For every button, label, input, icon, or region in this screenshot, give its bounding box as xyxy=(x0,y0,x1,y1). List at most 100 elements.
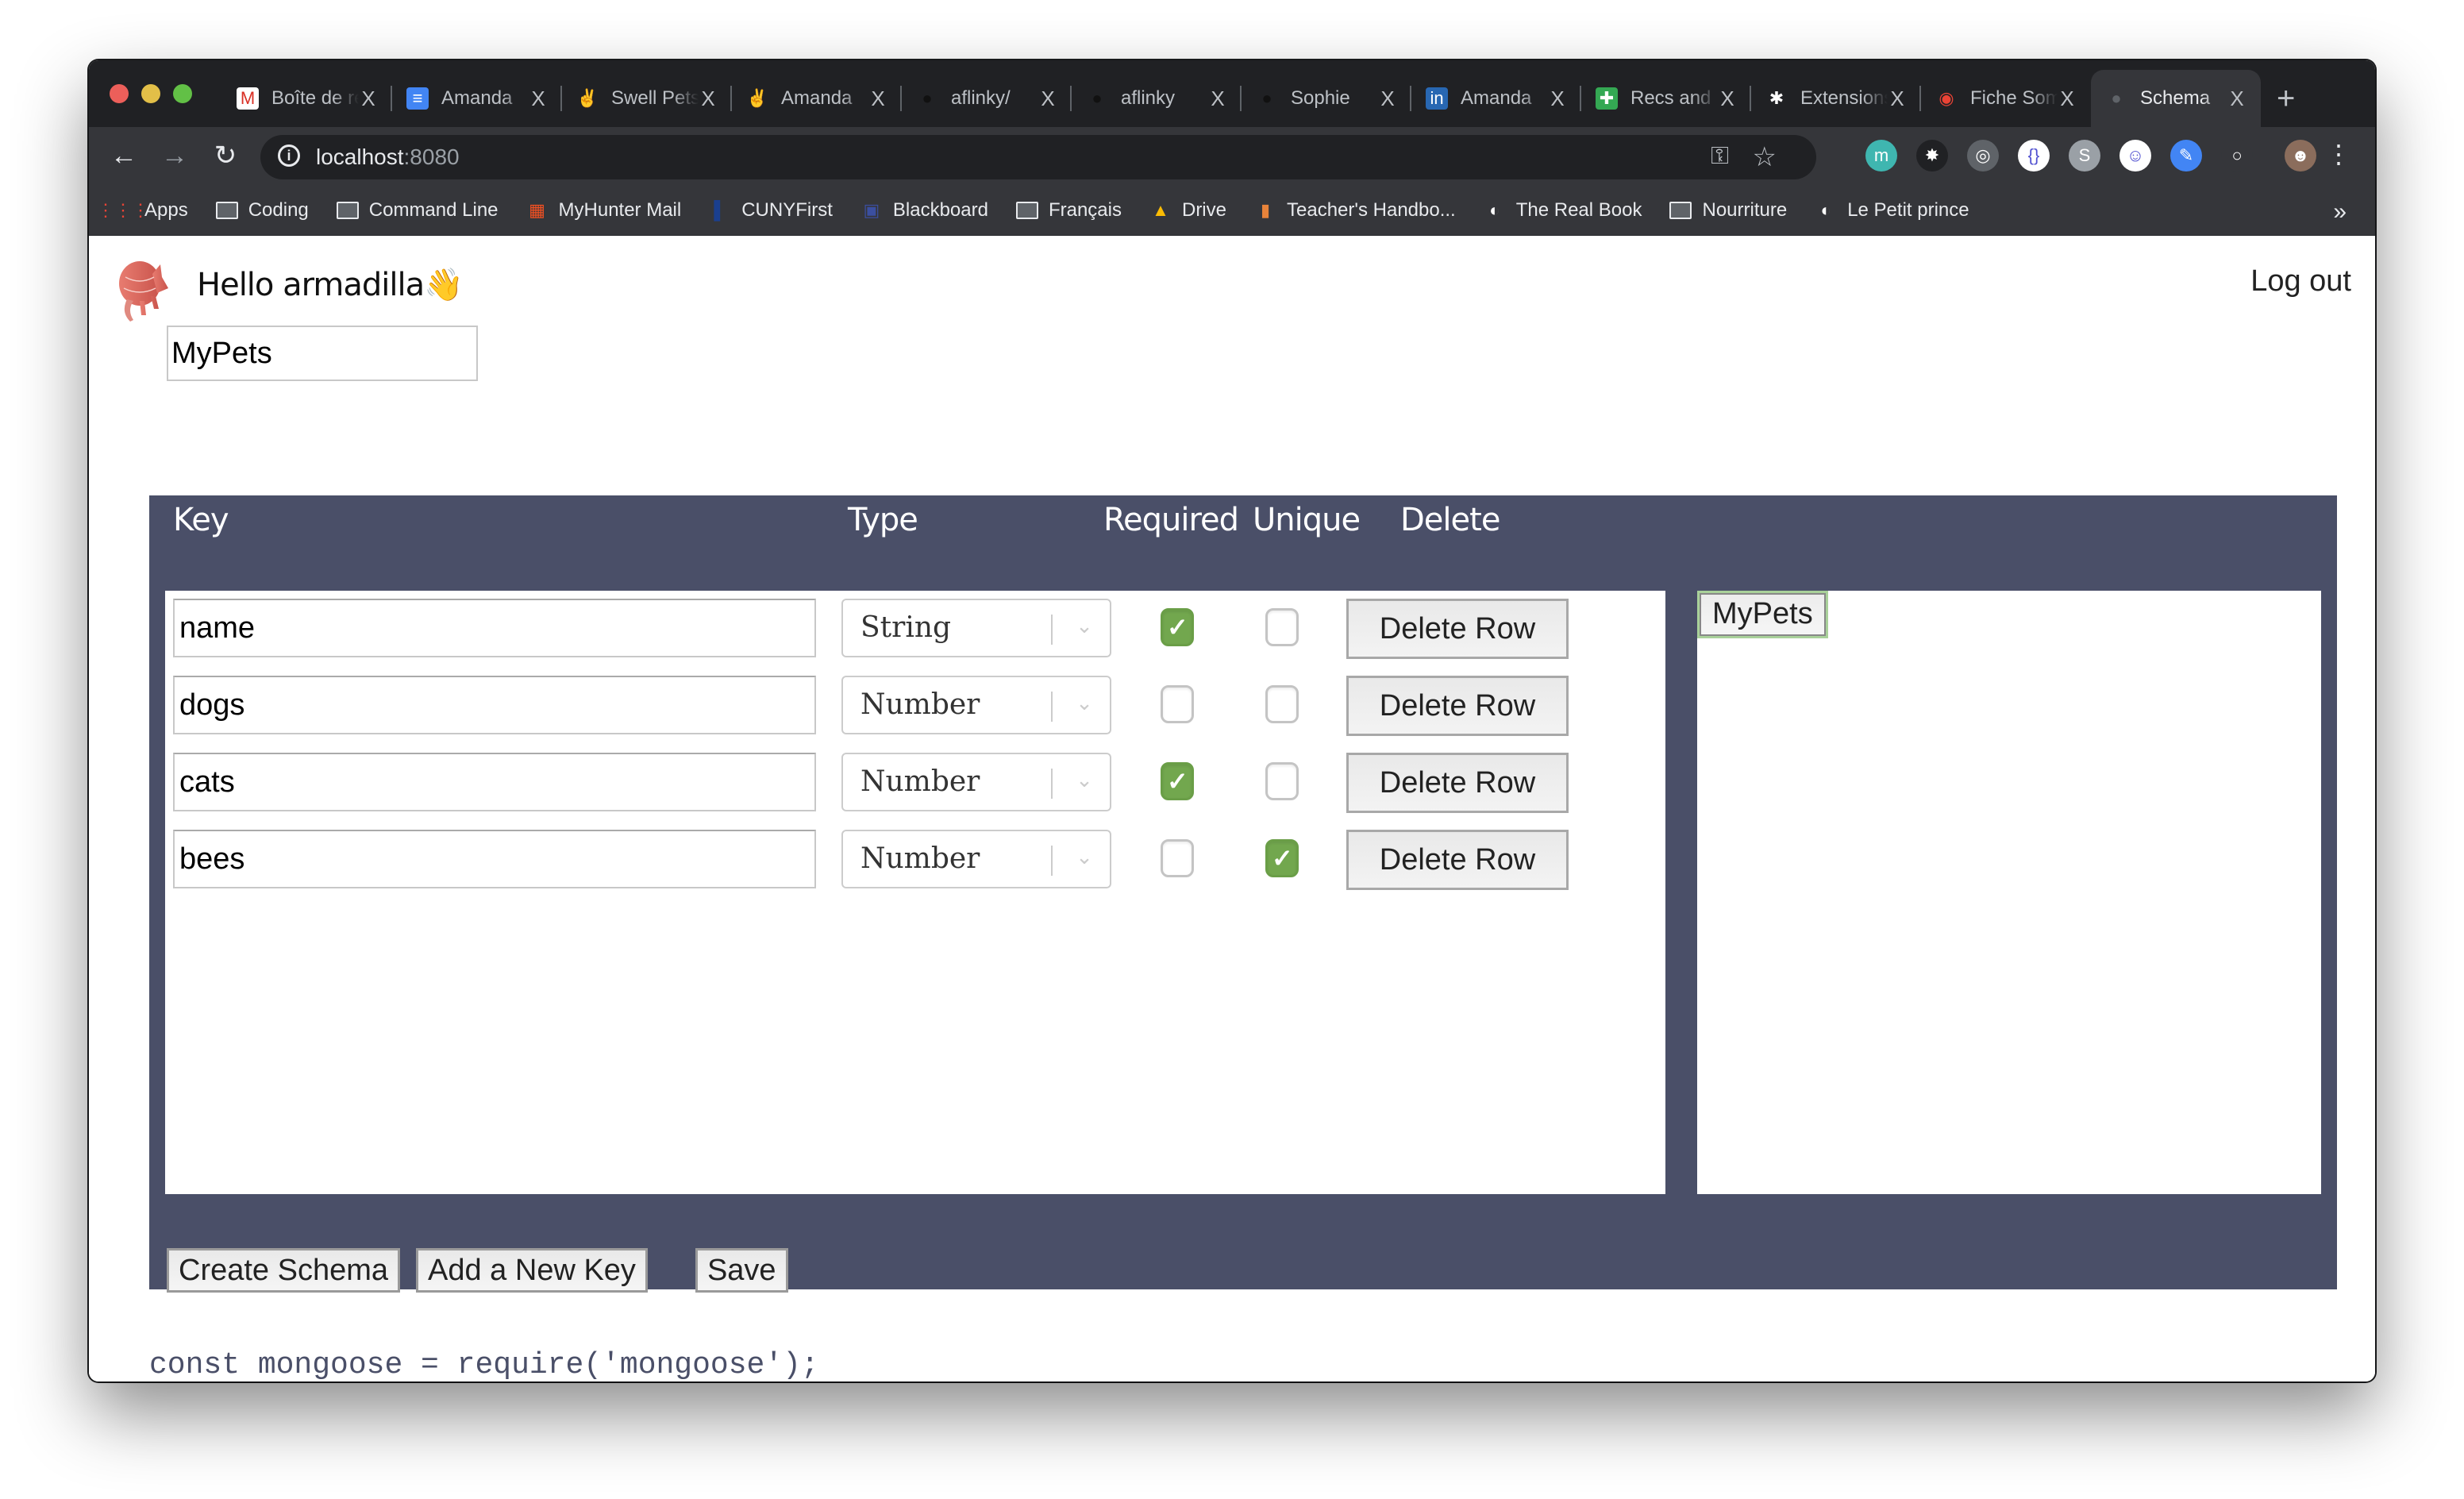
type-select[interactable]: String ⌄ xyxy=(841,599,1111,657)
chevron-down-icon[interactable]: ⌄ xyxy=(1070,842,1099,871)
type-select[interactable]: Number ⌄ xyxy=(841,753,1111,811)
back-arrow-icon[interactable]: ← xyxy=(108,140,140,171)
eyedropper-extension-icon[interactable]: ✎ xyxy=(2170,140,2202,171)
tab-close-icon[interactable]: X xyxy=(1548,87,1567,111)
tab-close-icon[interactable]: X xyxy=(1718,87,1737,111)
browser-tab[interactable]: ≡ Amanda X xyxy=(392,70,562,127)
monkey-extension-icon[interactable]: ☺ xyxy=(2119,140,2151,171)
peace-hand-icon: ✌ xyxy=(746,88,768,108)
required-checkbox[interactable] xyxy=(1161,762,1194,800)
delete-row-button[interactable]: Delete Row xyxy=(1346,599,1569,659)
close-window-button[interactable] xyxy=(110,84,129,103)
target-extension-icon[interactable]: ◎ xyxy=(1967,140,1999,171)
ring-extension-icon[interactable]: ○ xyxy=(2221,140,2253,171)
chevron-down-icon[interactable]: ⌄ xyxy=(1070,765,1099,794)
bookmark-label: Français xyxy=(1048,199,1122,221)
logout-link[interactable]: Log out xyxy=(2250,264,2351,299)
mercury-extension-icon[interactable]: m xyxy=(1865,140,1897,171)
chevron-down-icon[interactable]: ⌄ xyxy=(1070,611,1099,640)
browser-tab[interactable]: ● aflinky/X xyxy=(902,70,1072,127)
required-checkbox[interactable] xyxy=(1161,839,1194,877)
browser-tab[interactable]: ✱ Extensions X xyxy=(1751,70,1921,127)
browser-tab[interactable]: in Amanda X xyxy=(1411,70,1581,127)
maximize-window-button[interactable] xyxy=(173,84,192,103)
unique-checkbox[interactable] xyxy=(1265,762,1299,800)
bookmark-item[interactable]: ◐ The Real Book xyxy=(1483,199,1642,222)
s-extension-icon[interactable]: S xyxy=(2069,140,2100,171)
profile-avatar[interactable]: ☻ xyxy=(2285,140,2316,171)
tab-close-icon[interactable]: X xyxy=(868,87,887,111)
cuny-icon: ▣ xyxy=(863,200,880,220)
browser-tab[interactable]: ✚ Recs and X xyxy=(1581,70,1751,127)
schema-preview-tab[interactable]: MyPets xyxy=(1697,591,1828,638)
site-info-icon[interactable]: i xyxy=(278,145,300,167)
more-bookmarks-icon[interactable]: » xyxy=(2333,198,2347,225)
browser-tab[interactable]: ◉ Fiche SommaireX xyxy=(1921,70,2091,127)
bookmark-star-icon[interactable]: ☆ xyxy=(1753,141,1777,173)
tab-close-icon[interactable]: X xyxy=(1378,87,1397,111)
tab-close-icon[interactable]: X xyxy=(359,87,378,111)
new-tab-icon[interactable]: + xyxy=(2277,81,2295,117)
bookmark-item[interactable]: ▌ CUNYFirst xyxy=(708,199,832,222)
type-select[interactable]: Number ⌄ xyxy=(841,830,1111,888)
bookmark-item[interactable]: ▣ Blackboard xyxy=(860,199,988,222)
bookmark-item[interactable]: Command Line xyxy=(336,199,499,222)
tab-close-icon[interactable]: X xyxy=(2227,87,2246,111)
browser-tab[interactable]: ● Sophie X xyxy=(1242,70,1411,127)
browser-tab[interactable]: ● aflinky X xyxy=(1072,70,1242,127)
bookmark-item[interactable]: Français xyxy=(1015,199,1122,222)
json-extension-icon[interactable]: {} xyxy=(2018,140,2050,171)
forward-arrow-icon[interactable]: → xyxy=(159,140,191,171)
action-buttons: Create Schema Add a New Key Save xyxy=(167,1248,804,1293)
tab-title: Sophie xyxy=(1291,87,1350,109)
code-line: const mongoose = require('mongoose'); xyxy=(149,1348,819,1381)
bookmark-item[interactable]: ▦ MyHunter Mail xyxy=(526,199,681,222)
reload-icon[interactable]: ↻ xyxy=(210,140,241,171)
address-bar[interactable]: i localhost:8080 ⚿ ☆ xyxy=(260,135,1816,179)
delete-row-button[interactable]: Delete Row xyxy=(1346,676,1569,736)
browser-menu-icon[interactable]: ⋮ xyxy=(2326,138,2351,170)
unique-checkbox[interactable] xyxy=(1265,608,1299,646)
browser-tab[interactable]: M Boîte de réceptionX xyxy=(222,70,392,127)
bookmark-item[interactable]: Nourriture xyxy=(1669,199,1787,222)
create-schema-button[interactable]: Create Schema xyxy=(167,1248,401,1293)
unique-checkbox[interactable] xyxy=(1265,685,1299,723)
tab-title: Amanda xyxy=(781,87,853,109)
key-input[interactable] xyxy=(173,753,816,811)
bookmark-item[interactable]: ◐ Le Petit prince xyxy=(1814,199,1969,222)
bookmark-item[interactable]: ▲ Drive xyxy=(1149,199,1226,222)
add-new-key-button[interactable]: Add a New Key xyxy=(416,1248,648,1293)
minimize-window-button[interactable] xyxy=(141,84,160,103)
delete-row-button[interactable]: Delete Row xyxy=(1346,830,1569,890)
folder-shape xyxy=(1669,202,1692,219)
tab-close-icon[interactable]: X xyxy=(1888,87,1907,111)
save-button[interactable]: Save xyxy=(695,1248,788,1293)
key-icon[interactable]: ⚿ xyxy=(1711,143,1729,170)
bomb-extension-icon[interactable]: ✸ xyxy=(1916,140,1948,171)
bookmark-item[interactable]: ⋮⋮⋮ Apps xyxy=(97,199,188,222)
cunyfirst-icon: ▌ xyxy=(714,200,727,220)
chevron-down-icon[interactable]: ⌄ xyxy=(1070,688,1099,717)
schema-name-input[interactable] xyxy=(167,326,478,381)
browser-tab[interactable]: ✌ Amanda X xyxy=(732,70,902,127)
bookmark-label: Blackboard xyxy=(892,199,988,221)
tab-close-icon[interactable]: X xyxy=(699,87,718,111)
bookmark-item[interactable]: Coding xyxy=(215,199,309,222)
type-select[interactable]: Number ⌄ xyxy=(841,676,1111,734)
unique-checkbox[interactable] xyxy=(1265,839,1299,877)
key-input[interactable] xyxy=(173,599,816,657)
required-checkbox[interactable] xyxy=(1161,685,1194,723)
tab-close-icon[interactable]: X xyxy=(529,87,548,111)
browser-tab[interactable]: ● Schema X xyxy=(2091,70,2261,127)
browser-tab[interactable]: ✌ Swell Pets X xyxy=(562,70,732,127)
bookmark-item[interactable]: ▮ Teacher's Handbo... xyxy=(1253,199,1456,222)
tab-close-icon[interactable]: X xyxy=(1038,87,1057,111)
key-input[interactable] xyxy=(173,676,816,734)
key-input[interactable] xyxy=(173,830,816,888)
tab-close-icon[interactable]: X xyxy=(1208,87,1227,111)
delete-row-button[interactable]: Delete Row xyxy=(1346,753,1569,813)
tab-close-icon[interactable]: X xyxy=(2058,87,2077,111)
required-checkbox[interactable] xyxy=(1161,608,1194,646)
tab-title: Amanda xyxy=(441,87,513,109)
url-text[interactable]: localhost:8080 xyxy=(316,145,460,170)
